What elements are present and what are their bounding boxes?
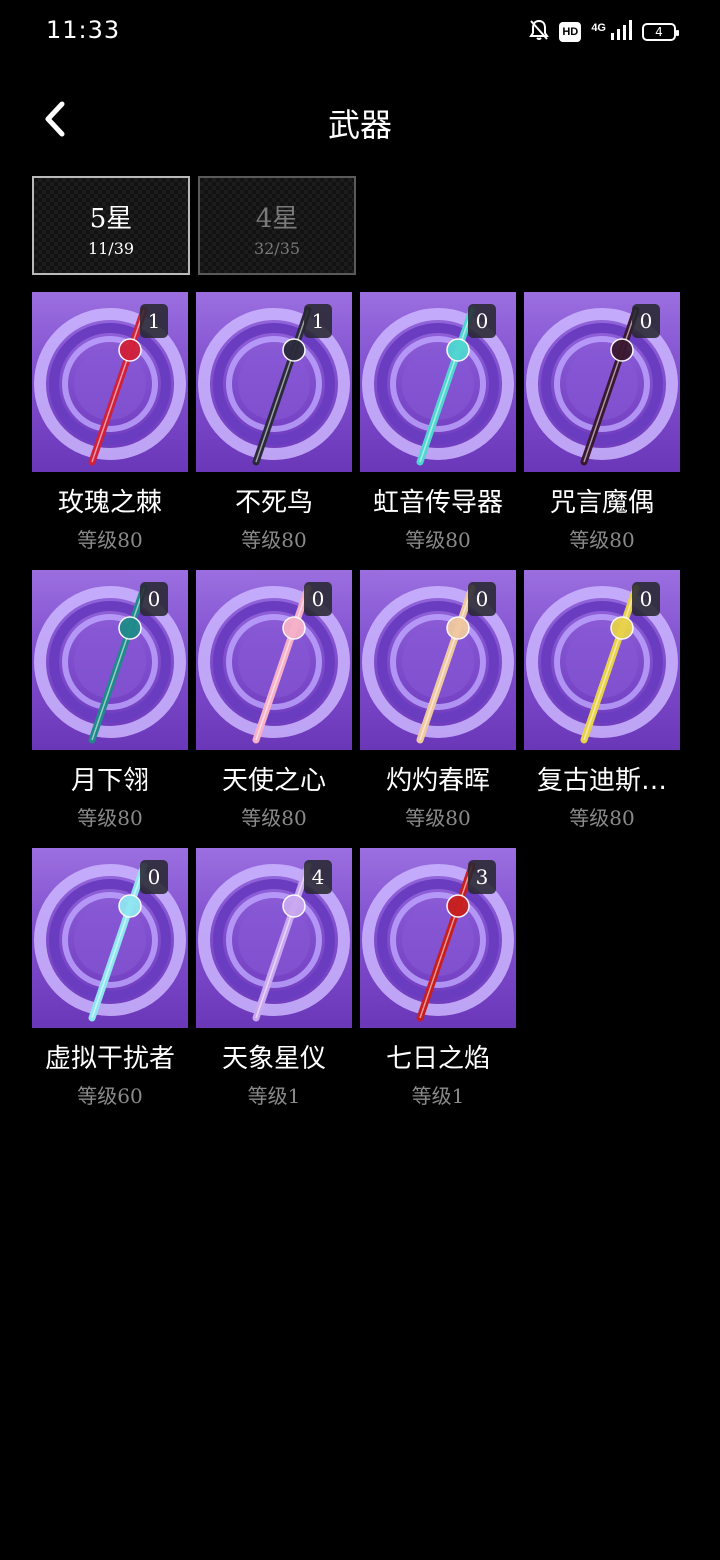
weapon-name: 七日之焰 <box>385 1044 490 1074</box>
weapon-card[interactable]: 0 虚拟干扰者 等级60 <box>32 848 188 1108</box>
hd-icon: HD <box>559 22 582 42</box>
weapon-name: 天使之心 <box>221 766 326 796</box>
weapon-name: 玫瑰之棘 <box>57 488 162 518</box>
weapon-card[interactable]: 4 天象星仪 等级1 <box>196 848 352 1108</box>
weapon-name: 虹音传导器 <box>372 488 503 518</box>
weapon-image: 0 <box>524 570 680 750</box>
weapon-name: 咒言魔偶 <box>549 488 654 518</box>
weapon-level: 等级1 <box>411 1084 465 1108</box>
tab-4-star[interactable]: 4星 32/35 <box>198 176 356 275</box>
weapon-image: 0 <box>32 570 188 750</box>
status-bar: 11:33 HD 4G 4 <box>0 0 720 64</box>
weapon-level: 等级80 <box>569 806 635 830</box>
weapon-image: 3 <box>360 848 516 1028</box>
count-badge: 0 <box>632 582 660 616</box>
weapon-name: 不死鸟 <box>234 488 313 518</box>
battery-icon: 4 <box>642 23 679 41</box>
weapon-image: 0 <box>196 570 352 750</box>
weapon-name: 天象星仪 <box>221 1044 326 1074</box>
network-type: 4G <box>591 22 606 34</box>
weapon-card[interactable]: 0 灼灼春晖 等级80 <box>360 570 516 830</box>
weapon-name: 虚拟干扰者 <box>44 1044 175 1074</box>
weapon-card[interactable]: 0 复古迪斯… 等级80 <box>524 570 680 830</box>
status-time: 11:33 <box>46 16 121 44</box>
tab-count: 32/35 <box>253 239 301 258</box>
count-badge: 0 <box>468 304 496 338</box>
count-badge: 1 <box>304 304 332 338</box>
weapon-card[interactable]: 0 咒言魔偶 等级80 <box>524 292 680 552</box>
page-title: 武器 <box>327 106 392 144</box>
tab-count: 11/39 <box>87 239 135 258</box>
weapon-image: 0 <box>32 848 188 1028</box>
signal-icon <box>610 19 632 45</box>
weapon-level: 等级80 <box>77 528 143 552</box>
weapon-level: 等级80 <box>405 806 471 830</box>
weapon-card[interactable]: 3 七日之焰 等级1 <box>360 848 516 1108</box>
weapon-image: 4 <box>196 848 352 1028</box>
count-badge: 0 <box>468 582 496 616</box>
count-badge: 4 <box>304 860 332 894</box>
tab-label: 4星 <box>255 204 299 234</box>
weapon-card[interactable]: 1 不死鸟 等级80 <box>196 292 352 552</box>
weapon-level: 等级80 <box>241 806 307 830</box>
count-badge: 3 <box>468 860 496 894</box>
weapon-level: 等级80 <box>77 806 143 830</box>
status-icons: HD 4G 4 <box>529 19 679 45</box>
count-badge: 1 <box>140 304 168 338</box>
weapon-level: 等级80 <box>405 528 471 552</box>
count-badge: 0 <box>632 304 660 338</box>
tab-label: 5星 <box>89 204 133 234</box>
weapon-name: 复古迪斯… <box>536 766 667 796</box>
weapon-name: 月下翎 <box>70 766 149 796</box>
weapon-card[interactable]: 0 天使之心 等级80 <box>196 570 352 830</box>
weapon-image: 0 <box>524 292 680 472</box>
count-badge: 0 <box>140 582 168 616</box>
weapon-card[interactable]: 0 虹音传导器 等级80 <box>360 292 516 552</box>
weapon-image: 0 <box>360 292 516 472</box>
weapon-level: 等级1 <box>247 1084 301 1108</box>
count-badge: 0 <box>304 582 332 616</box>
weapon-level: 等级80 <box>569 528 635 552</box>
tab-5-star[interactable]: 5星 11/39 <box>32 176 190 275</box>
mute-bell-icon <box>529 19 550 45</box>
weapon-level: 等级80 <box>241 528 307 552</box>
weapon-card[interactable]: 0 月下翎 等级80 <box>32 570 188 830</box>
weapon-name: 灼灼春晖 <box>385 766 490 796</box>
weapon-image: 0 <box>360 570 516 750</box>
weapon-image: 1 <box>32 292 188 472</box>
weapon-image: 1 <box>196 292 352 472</box>
count-badge: 0 <box>140 860 168 894</box>
weapon-level: 等级60 <box>77 1084 143 1108</box>
weapon-card[interactable]: 1 玫瑰之棘 等级80 <box>32 292 188 552</box>
